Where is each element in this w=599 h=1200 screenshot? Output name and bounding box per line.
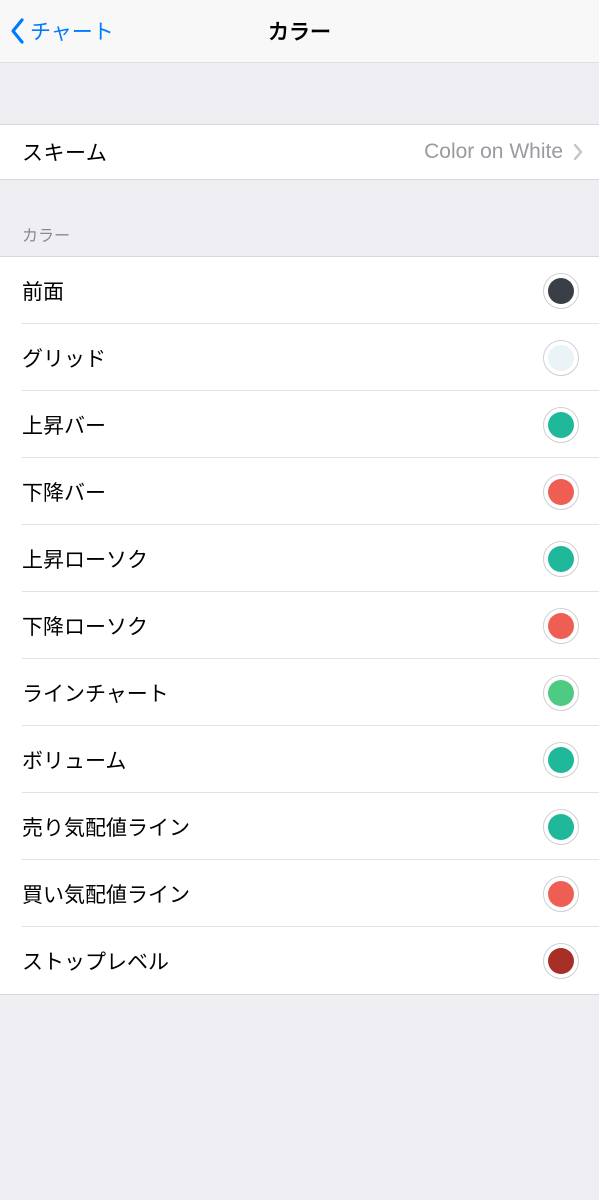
color-swatch-inner xyxy=(548,881,574,907)
color-row[interactable]: ボリューム xyxy=(0,726,599,793)
color-swatch-inner xyxy=(548,412,574,438)
color-label: 買い気配値ライン xyxy=(22,879,190,909)
color-swatch-inner xyxy=(548,948,574,974)
color-swatch[interactable] xyxy=(543,474,579,510)
color-row[interactable]: 前面 xyxy=(0,257,599,324)
spacer xyxy=(0,63,599,124)
color-swatch[interactable] xyxy=(543,943,579,979)
color-row[interactable]: 下降バー xyxy=(0,458,599,525)
section-header: カラー xyxy=(0,180,599,256)
color-row[interactable]: 買い気配値ライン xyxy=(0,860,599,927)
color-swatch[interactable] xyxy=(543,273,579,309)
back-button[interactable]: チャート xyxy=(0,16,114,46)
color-swatch-inner xyxy=(548,613,574,639)
section-header-label: カラー xyxy=(22,222,70,246)
scheme-row[interactable]: スキーム Color on White xyxy=(0,124,599,180)
color-label: ボリューム xyxy=(22,745,126,775)
page-title: カラー xyxy=(268,16,331,46)
color-swatch-inner xyxy=(548,747,574,773)
chevron-left-icon xyxy=(10,17,26,45)
color-swatch[interactable] xyxy=(543,608,579,644)
color-label: 前面 xyxy=(22,276,64,306)
color-row[interactable]: 売り気配値ライン xyxy=(0,793,599,860)
color-row[interactable]: 上昇ローソク xyxy=(0,525,599,592)
color-label: 上昇ローソク xyxy=(22,544,148,574)
color-label: 上昇バー xyxy=(22,410,106,440)
color-swatch-inner xyxy=(548,278,574,304)
color-swatch[interactable] xyxy=(543,675,579,711)
scheme-value: Color on White xyxy=(424,140,563,164)
color-swatch[interactable] xyxy=(543,809,579,845)
color-swatch-inner xyxy=(548,680,574,706)
color-swatch[interactable] xyxy=(543,407,579,443)
color-row[interactable]: ラインチャート xyxy=(0,659,599,726)
scheme-right: Color on White xyxy=(424,140,583,164)
color-label: ラインチャート xyxy=(22,678,169,708)
color-label: 下降バー xyxy=(22,477,106,507)
color-swatch[interactable] xyxy=(543,876,579,912)
color-swatch[interactable] xyxy=(543,340,579,376)
chevron-right-icon xyxy=(573,143,583,161)
color-row[interactable]: 下降ローソク xyxy=(0,592,599,659)
back-label: チャート xyxy=(30,16,114,46)
color-label: 下降ローソク xyxy=(22,611,148,641)
color-list: 前面グリッド上昇バー下降バー上昇ローソク下降ローソクラインチャートボリューム売り… xyxy=(0,256,599,995)
color-label: 売り気配値ライン xyxy=(22,812,190,842)
color-swatch-inner xyxy=(548,479,574,505)
color-swatch-inner xyxy=(548,546,574,572)
color-label: グリッド xyxy=(22,343,106,373)
color-row[interactable]: グリッド xyxy=(0,324,599,391)
color-swatch[interactable] xyxy=(543,742,579,778)
scheme-label: スキーム xyxy=(22,137,107,167)
color-swatch[interactable] xyxy=(543,541,579,577)
color-swatch-inner xyxy=(548,814,574,840)
color-label: ストップレベル xyxy=(22,946,169,976)
color-row[interactable]: ストップレベル xyxy=(0,927,599,994)
color-swatch-inner xyxy=(548,345,574,371)
color-row[interactable]: 上昇バー xyxy=(0,391,599,458)
navbar: チャート カラー xyxy=(0,0,599,63)
